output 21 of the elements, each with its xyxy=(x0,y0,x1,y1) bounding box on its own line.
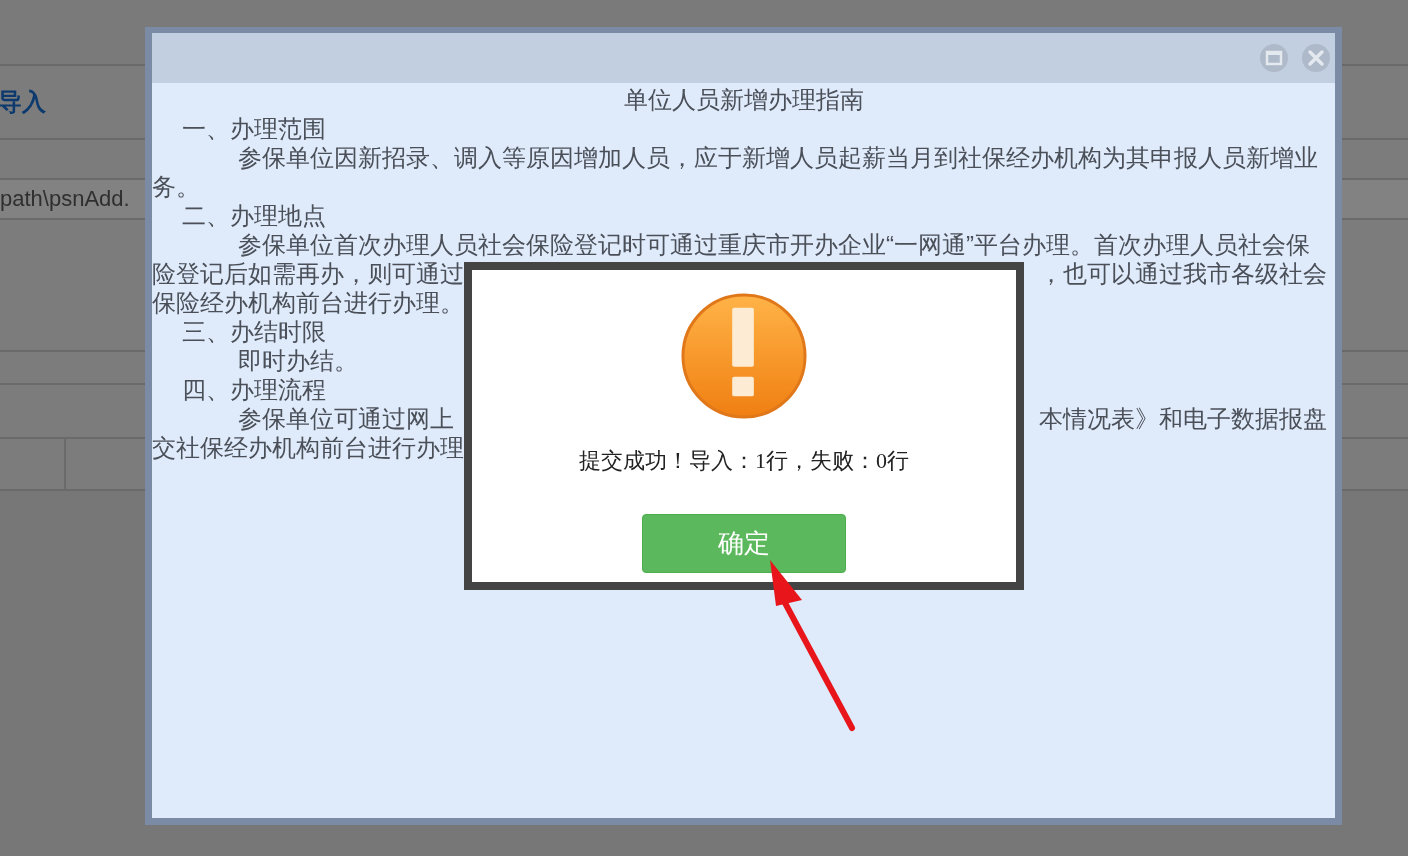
guide-text: ，也可以通过我市各级社会 xyxy=(1039,259,1328,288)
guide-text: 参保单位可通过网上 xyxy=(238,404,454,433)
guide-text: 险登记后如需再办，则可通过 xyxy=(152,259,464,288)
file-path: path\psnAdd. xyxy=(0,186,130,212)
guide-text: 即时办结。 xyxy=(238,346,358,375)
guide-text: 一、办理范围 xyxy=(182,114,326,143)
restore-icon[interactable] xyxy=(1259,43,1289,73)
guide-text: 本情况表》和电子数据报盘 xyxy=(1039,404,1328,433)
guide-text: 三、办结时限 xyxy=(182,317,326,346)
alert-message: 提交成功！导入：1行，失败：0行 xyxy=(579,447,909,475)
guide-text: 参保单位首次办理人员社会保险登记时可通过重庆市开办企业“一网通”平台办理。首次办理人员社会保 xyxy=(238,230,1310,259)
confirm-button[interactable]: 确定 xyxy=(642,514,846,573)
guide-text: 保险经办机构前台进行办理。 xyxy=(152,288,464,317)
guide-text: 二、办理地点 xyxy=(182,201,326,230)
guide-text: 务。 xyxy=(152,172,200,201)
guide-title: 单位人员新增办理指南 xyxy=(622,85,865,114)
guide-text: 交社保经办机构前台进行办理 xyxy=(152,433,464,462)
guide-text: 四、办理流程 xyxy=(182,375,326,404)
warning-icon xyxy=(680,292,808,420)
guide-text: 参保单位因新招录、调入等原因增加人员，应于新增人员起薪当月到社保经办机构为其申报人员新增业 xyxy=(238,143,1318,172)
close-icon[interactable] xyxy=(1301,43,1331,73)
